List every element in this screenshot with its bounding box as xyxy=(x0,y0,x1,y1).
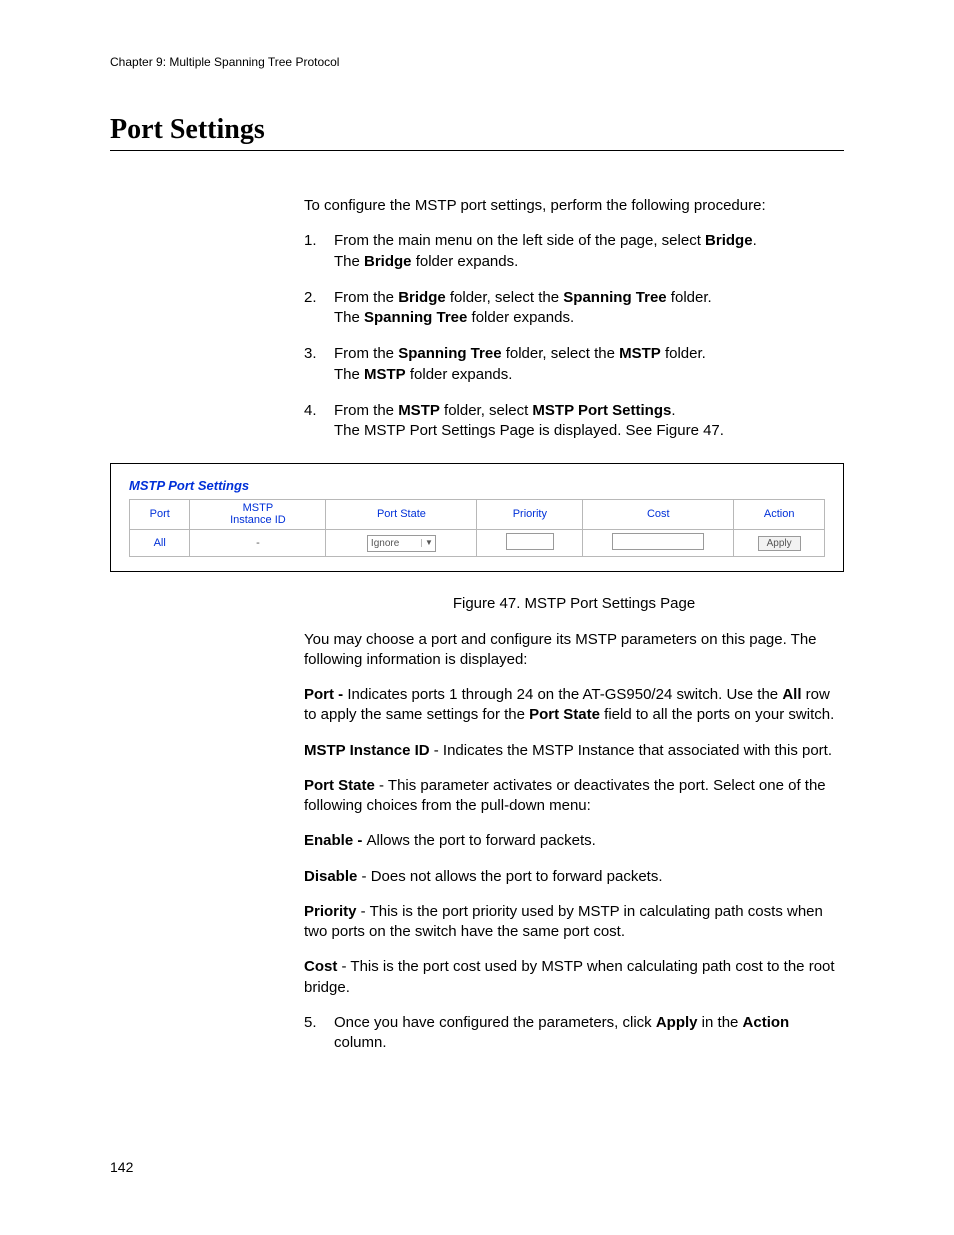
page-title: Port Settings xyxy=(110,114,844,151)
procedure-list-continued: 5.Once you have configured the parameter… xyxy=(304,1013,844,1054)
procedure-step: 3.From the Spanning Tree folder, select … xyxy=(304,344,844,385)
procedure-step: 1.From the main menu on the left side of… xyxy=(304,231,844,272)
step-text: Once you have configured the parameters,… xyxy=(334,1013,844,1054)
step-number: 2. xyxy=(304,288,334,329)
mstp-settings-table: Port MSTPInstance ID Port State Priority… xyxy=(129,499,825,557)
col-cost: Cost xyxy=(583,500,734,530)
figure-caption: Figure 47. MSTP Port Settings Page xyxy=(304,594,844,614)
cell-priority xyxy=(477,530,583,557)
step-number: 3. xyxy=(304,344,334,385)
cell-instance: - xyxy=(190,530,326,557)
cell-action: Apply xyxy=(734,530,825,557)
step-number: 4. xyxy=(304,401,334,442)
priority-input[interactable] xyxy=(506,533,554,550)
figure-container: MSTP Port Settings Port MSTPInstance ID … xyxy=(110,463,844,572)
table-header-row: Port MSTPInstance ID Port State Priority… xyxy=(130,500,825,530)
col-instance: MSTPInstance ID xyxy=(190,500,326,530)
chevron-down-icon: ▼ xyxy=(421,539,433,547)
apply-button[interactable]: Apply xyxy=(758,536,801,551)
document-page: Chapter 9: Multiple Spanning Tree Protoc… xyxy=(0,0,954,1235)
intro-paragraph: To configure the MSTP port settings, per… xyxy=(304,196,844,216)
body-paragraph: Cost - This is the port cost used by MST… xyxy=(304,957,844,998)
cell-state: Ignore ▼ xyxy=(326,530,477,557)
port-state-select[interactable]: Ignore ▼ xyxy=(367,535,436,552)
figure-title: MSTP Port Settings xyxy=(129,478,825,493)
table-row: All - Ignore ▼ Apply xyxy=(130,530,825,557)
cell-cost xyxy=(583,530,734,557)
procedure-step: 2.From the Bridge folder, select the Spa… xyxy=(304,288,844,329)
procedure-step: 5.Once you have configured the parameter… xyxy=(304,1013,844,1054)
page-number: 142 xyxy=(110,1159,133,1175)
body-column-continued: Figure 47. MSTP Port Settings Page You m… xyxy=(304,594,844,1053)
cell-port: All xyxy=(130,530,190,557)
body-paragraph: Priority - This is the port priority use… xyxy=(304,902,844,943)
body-paragraph: MSTP Instance ID - Indicates the MSTP In… xyxy=(304,741,844,761)
step-text: From the main menu on the left side of t… xyxy=(334,231,844,272)
step-text: From the MSTP folder, select MSTP Port S… xyxy=(334,401,844,442)
step-text: From the Bridge folder, select the Spann… xyxy=(334,288,844,329)
procedure-step: 4.From the MSTP folder, select MSTP Port… xyxy=(304,401,844,442)
body-paragraph: Disable - Does not allows the port to fo… xyxy=(304,867,844,887)
step-number: 1. xyxy=(304,231,334,272)
col-action: Action xyxy=(734,500,825,530)
body-paragraph: Port State - This parameter activates or… xyxy=(304,776,844,817)
body-paragraph: You may choose a port and configure its … xyxy=(304,630,844,671)
step-text: From the Spanning Tree folder, select th… xyxy=(334,344,844,385)
body-paragraph: Port - Indicates ports 1 through 24 on t… xyxy=(304,685,844,726)
body-column: To configure the MSTP port settings, per… xyxy=(304,196,844,441)
body-paragraph: Enable - Allows the port to forward pack… xyxy=(304,831,844,851)
cost-input[interactable] xyxy=(612,533,704,550)
col-state: Port State xyxy=(326,500,477,530)
chapter-header: Chapter 9: Multiple Spanning Tree Protoc… xyxy=(110,55,844,69)
port-state-value: Ignore xyxy=(371,538,399,549)
col-priority: Priority xyxy=(477,500,583,530)
step-number: 5. xyxy=(304,1013,334,1054)
procedure-list: 1.From the main menu on the left side of… xyxy=(304,231,844,441)
col-port: Port xyxy=(130,500,190,530)
